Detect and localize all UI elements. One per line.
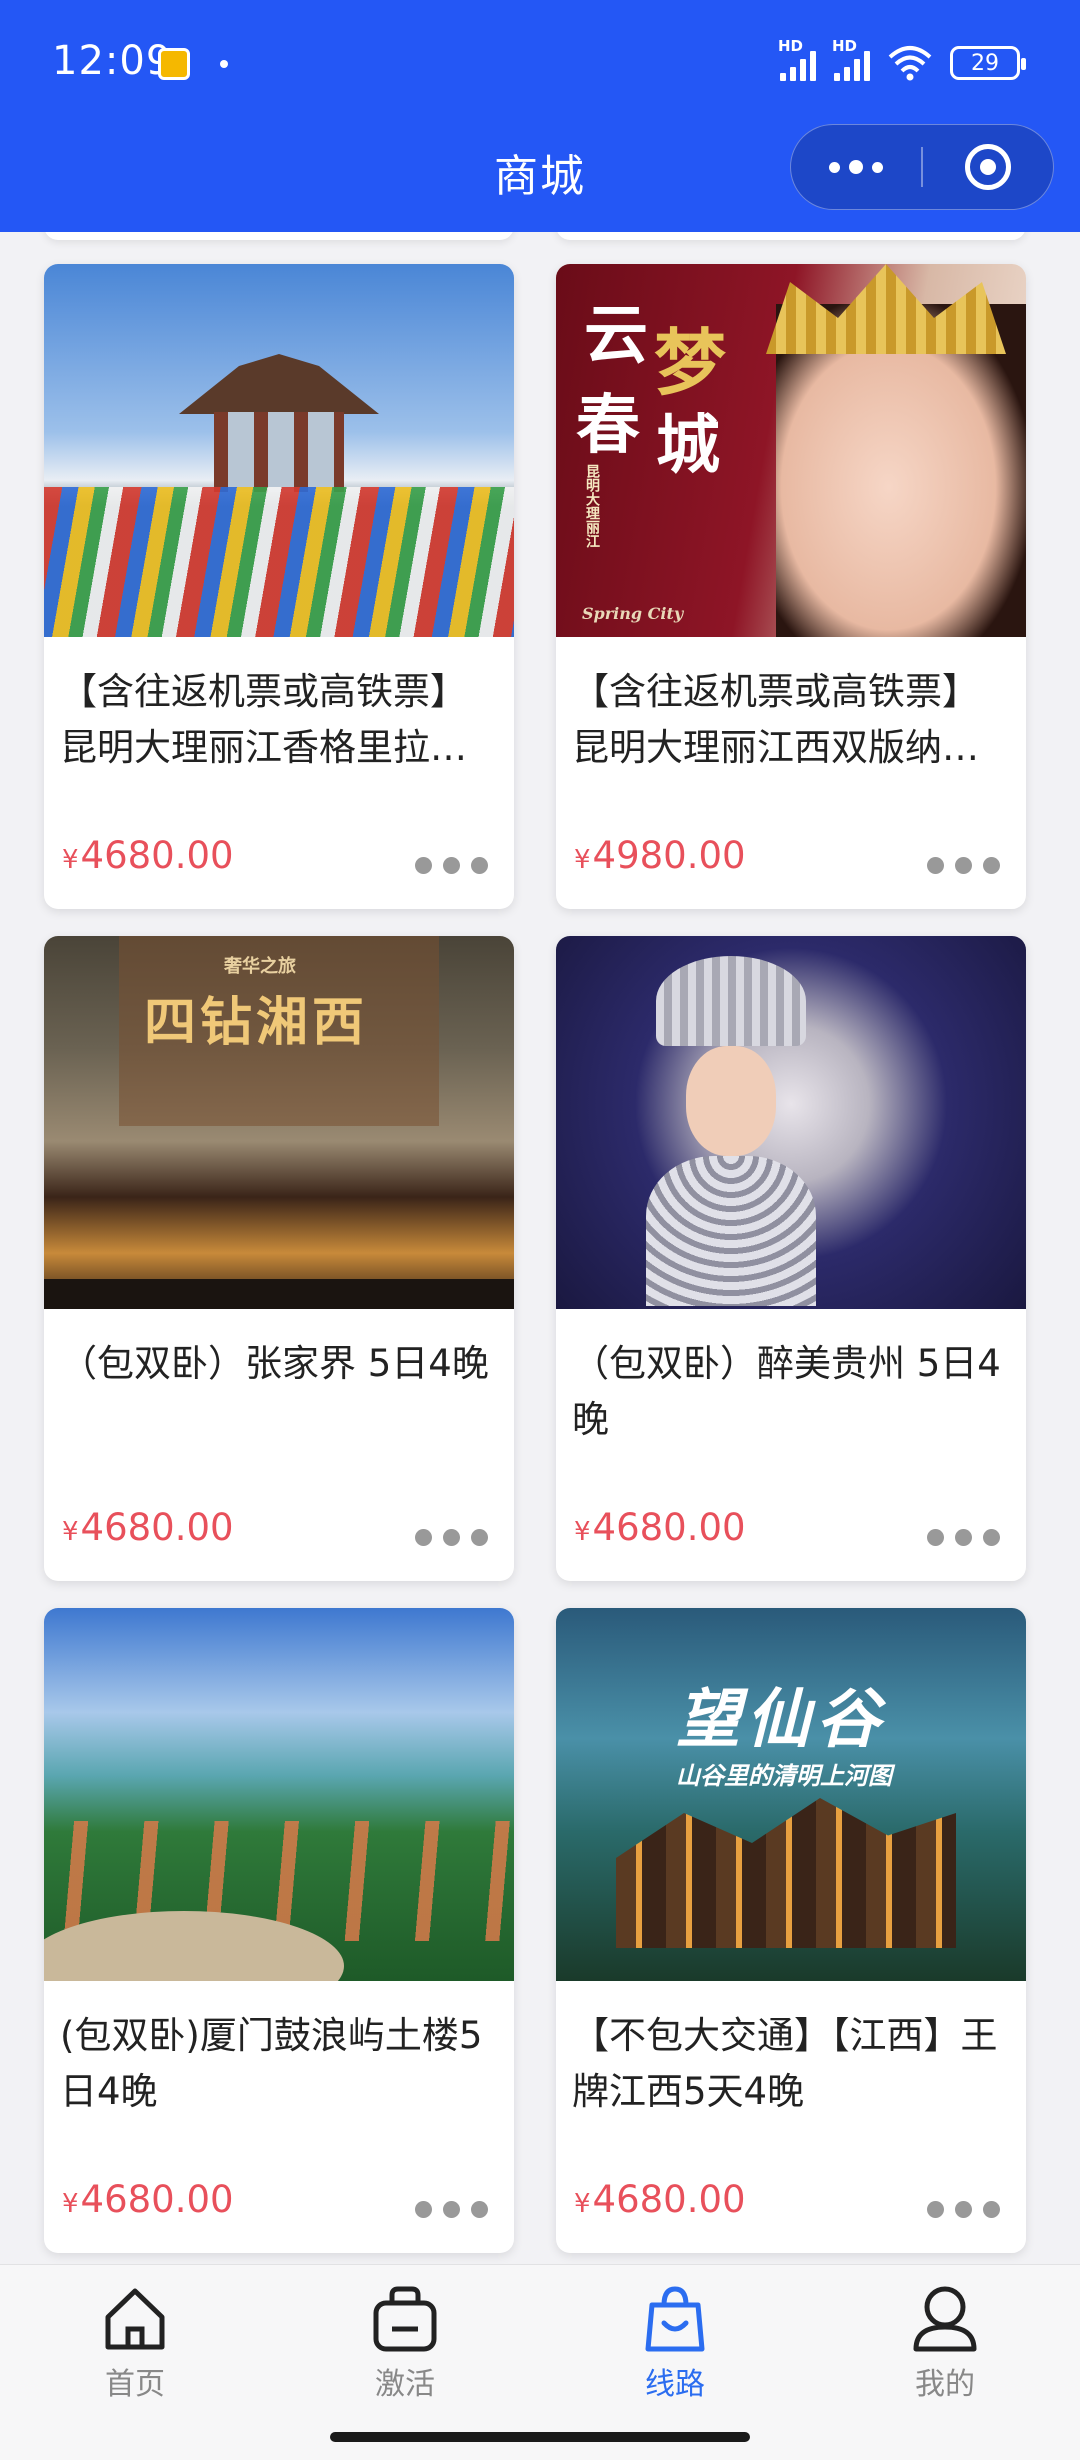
product-price: ¥4680.00 xyxy=(574,1506,746,1549)
user-icon xyxy=(913,2286,977,2352)
product-card[interactable]: 望仙谷 山谷里的清明上河图 【不包大交通】【江西】王牌江西5天4晚 ¥4680.… xyxy=(556,1608,1026,2253)
more-options-icon[interactable] xyxy=(415,1529,488,1546)
bottom-tab-bar: 首页 激活 线路 我的 xyxy=(0,2264,1080,2460)
signal-icon: HD xyxy=(832,37,870,81)
tab-label: 激活 xyxy=(375,2367,435,2402)
signal-icon: HD xyxy=(778,37,816,81)
wifi-icon xyxy=(888,46,932,81)
tab-label: 我的 xyxy=(915,2367,975,2402)
product-card[interactable]: 【含往返机票或高铁票】昆明大理丽江香格里拉… ¥4680.00 xyxy=(44,264,514,909)
product-title: 【不包大交通】【江西】王牌江西5天4晚 xyxy=(572,2014,998,2113)
status-time: 12:09 xyxy=(52,38,173,84)
battery-icon: 29 xyxy=(950,46,1026,80)
home-icon xyxy=(105,2288,165,2350)
notification-app-icon xyxy=(158,48,190,80)
tab-label: 线路 xyxy=(645,2367,705,2402)
product-title: 【含往返机票或高铁票】昆明大理丽江香格里拉… xyxy=(60,670,467,769)
product-image xyxy=(44,1608,514,1981)
product-price: ¥4980.00 xyxy=(574,834,746,877)
partial-card[interactable] xyxy=(44,232,514,240)
more-options-icon[interactable] xyxy=(927,2201,1000,2218)
product-title: (包双卧)厦门鼓浪屿土楼5日4晚 xyxy=(60,2014,483,2113)
more-options-icon[interactable] xyxy=(927,857,1000,874)
tab-label: 首页 xyxy=(105,2367,165,2402)
product-image xyxy=(556,936,1026,1309)
route-bag-icon xyxy=(645,2286,705,2352)
partial-card[interactable] xyxy=(556,232,1026,240)
product-card[interactable]: 云 梦 春 城 昆明大理丽江 Spring City 【含往返机票或高铁票】昆明… xyxy=(556,264,1026,909)
top-header: 12:09 HD HD 29 商城 xyxy=(0,0,1080,232)
product-price: ¥4680.00 xyxy=(574,2178,746,2221)
product-image: 奢华之旅 四钻湘西 xyxy=(44,936,514,1309)
more-options-icon[interactable] xyxy=(927,1529,1000,1546)
close-icon xyxy=(965,144,1011,190)
more-button[interactable] xyxy=(791,125,921,209)
status-indicators: HD HD 29 xyxy=(778,37,1026,86)
tab-route[interactable]: 线路 xyxy=(540,2283,810,2403)
close-button[interactable] xyxy=(923,125,1053,209)
product-grid: 【含往返机票或高铁票】昆明大理丽江香格里拉… ¥4680.00 云 梦 春 城 … xyxy=(0,232,1080,2264)
product-title: 【含往返机票或高铁票】昆明大理丽江西双版纳… xyxy=(572,670,979,769)
product-card[interactable]: (包双卧)厦门鼓浪屿土楼5日4晚 ¥4680.00 xyxy=(44,1608,514,2253)
more-options-icon[interactable] xyxy=(415,857,488,874)
product-image: 望仙谷 山谷里的清明上河图 xyxy=(556,1608,1026,1981)
status-dot-icon xyxy=(220,60,228,68)
product-title: （包双卧）醉美贵州 5日4晚 xyxy=(572,1342,1001,1441)
product-price: ¥4680.00 xyxy=(62,2178,234,2221)
product-price: ¥4680.00 xyxy=(62,1506,234,1549)
activate-bag-icon xyxy=(373,2286,437,2352)
product-image: 云 梦 春 城 昆明大理丽江 Spring City xyxy=(556,264,1026,637)
home-indicator[interactable] xyxy=(330,2432,750,2442)
product-price: ¥4680.00 xyxy=(62,834,234,877)
product-card[interactable]: 奢华之旅 四钻湘西 （包双卧）张家界 5日4晚 ¥4680.00 xyxy=(44,936,514,1581)
product-title: （包双卧）张家界 5日4晚 xyxy=(60,1342,489,1385)
tab-me[interactable]: 我的 xyxy=(810,2283,1080,2403)
product-card[interactable]: （包双卧）醉美贵州 5日4晚 ¥4680.00 xyxy=(556,936,1026,1581)
tab-home[interactable]: 首页 xyxy=(0,2283,270,2403)
tab-activate[interactable]: 激活 xyxy=(270,2283,540,2403)
product-image xyxy=(44,264,514,637)
more-options-icon[interactable] xyxy=(415,2201,488,2218)
miniprogram-capsule xyxy=(790,124,1054,210)
